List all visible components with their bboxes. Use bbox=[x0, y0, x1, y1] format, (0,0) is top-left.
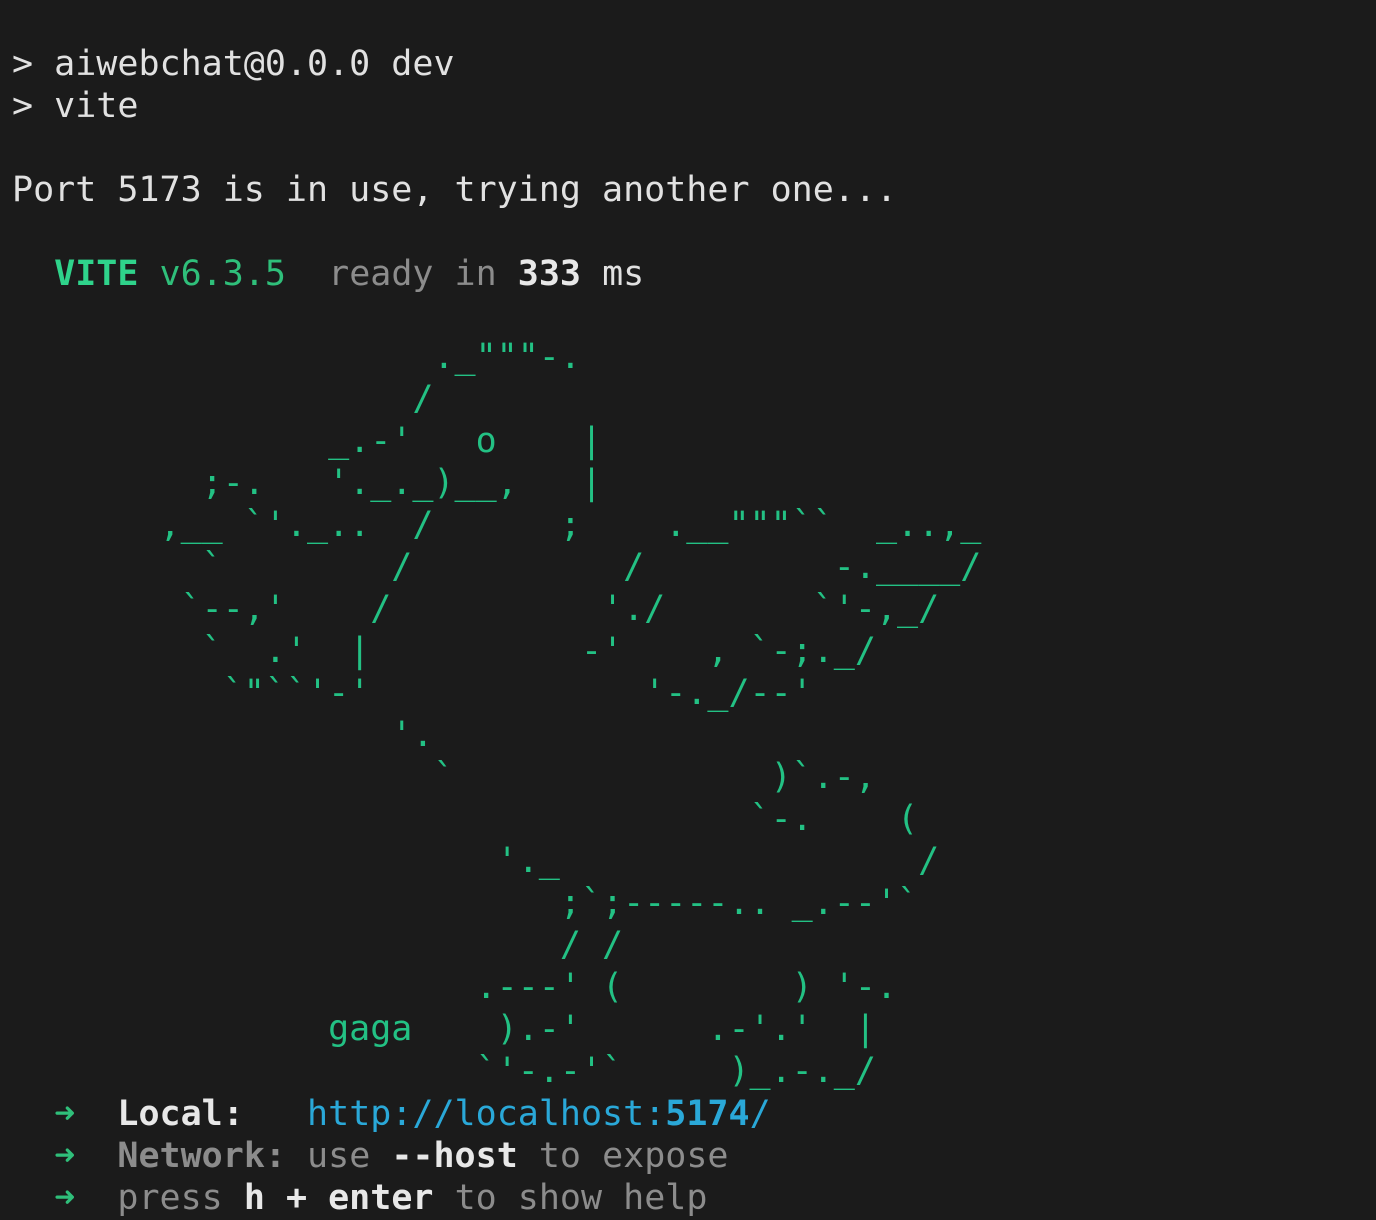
network-pre: use bbox=[307, 1136, 371, 1176]
command-text: vite bbox=[54, 86, 139, 126]
script-name: aiwebchat@0.0.0 dev bbox=[54, 44, 455, 84]
ready-label: ready in bbox=[328, 254, 497, 294]
prompt-symbol: > bbox=[12, 86, 55, 126]
vite-version: v6.3.5 bbox=[159, 254, 286, 294]
network-label: Network: bbox=[117, 1136, 286, 1176]
local-label: Local: bbox=[117, 1094, 244, 1134]
local-url-port: 5174 bbox=[665, 1094, 750, 1134]
terminal-window[interactable]: > aiwebchat@0.0.0 dev > vite Port 5173 i… bbox=[12, 0, 1372, 1220]
ascii-goose-art: ._"""-. / _.-' o | ;-. '._._)__, | ,__ `… bbox=[159, 337, 982, 1091]
arrow-icon: ➜ bbox=[54, 1136, 76, 1176]
vite-name: VITE bbox=[54, 254, 139, 294]
ready-time: 333 bbox=[517, 254, 581, 294]
local-url-base: http://localhost: bbox=[307, 1094, 666, 1134]
vite-ready-line: VITE v6.3.5 ready in 333 ms bbox=[12, 253, 644, 295]
network-line: ➜ Network: use --host to expose bbox=[12, 1135, 729, 1177]
host-flag: --host bbox=[391, 1136, 518, 1176]
arrow-icon: ➜ bbox=[54, 1178, 76, 1218]
port-message: Port 5173 is in use, trying another one.… bbox=[12, 170, 898, 210]
help-pre: press bbox=[117, 1178, 223, 1218]
arrow-icon: ➜ bbox=[54, 1094, 76, 1134]
help-key: h + enter bbox=[243, 1178, 434, 1218]
local-url-link[interactable]: http://localhost:5174/ bbox=[307, 1094, 771, 1134]
local-url-tail: / bbox=[749, 1094, 771, 1134]
prompt-symbol: > bbox=[12, 44, 55, 84]
help-line: ➜ press h + enter to show help bbox=[12, 1177, 707, 1219]
network-post: to expose bbox=[538, 1136, 729, 1176]
command-line-script: > aiwebchat@0.0.0 dev bbox=[12, 43, 455, 85]
local-url-line: ➜ Local: http://localhost:5174/ bbox=[12, 1093, 771, 1135]
help-post: to show help bbox=[454, 1178, 708, 1218]
ready-unit: ms bbox=[602, 254, 645, 294]
command-line-vite: > vite bbox=[12, 85, 138, 127]
